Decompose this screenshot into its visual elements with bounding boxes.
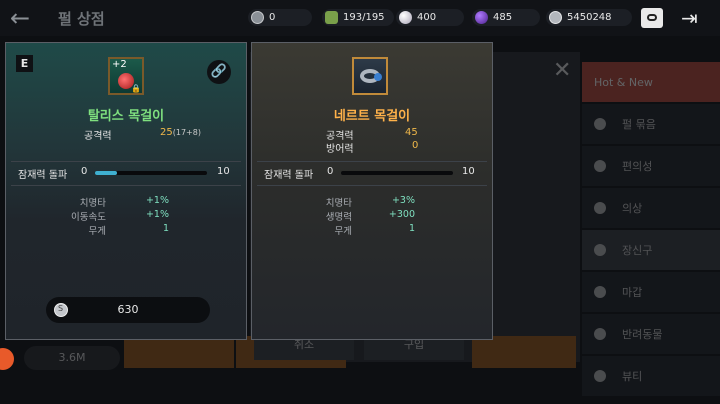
sidebar-item-beauty[interactable]: 뷰티 xyxy=(582,356,720,396)
potential-bar xyxy=(95,171,207,175)
enhance-level: +2 xyxy=(112,59,127,70)
item-slot xyxy=(124,336,234,368)
category-icon xyxy=(594,160,606,172)
exit-icon[interactable]: ⇥ xyxy=(681,8,703,28)
link-icon[interactable]: 🔗 xyxy=(207,60,231,84)
page-title: 펄 상점 xyxy=(58,10,105,28)
necklace-icon xyxy=(352,57,388,95)
stat-value: 25(17+8) xyxy=(160,127,201,138)
divider xyxy=(11,185,241,186)
category-icon xyxy=(594,286,606,298)
currency-silver: 5450248 xyxy=(546,9,632,26)
close-icon[interactable]: ✕ xyxy=(553,58,571,83)
potential-label: 잠재력 돌파 xyxy=(264,170,314,181)
stamina-icon xyxy=(325,11,338,24)
item-slot xyxy=(472,336,576,368)
silver-coin-icon xyxy=(549,11,562,24)
stat-label: 공격력 xyxy=(84,131,112,142)
category-icon xyxy=(594,244,606,256)
item-name: 네르트 목걸이 xyxy=(333,109,411,124)
equipped-badge: E xyxy=(16,55,33,72)
category-icon xyxy=(594,202,606,214)
potential-label: 잠재력 돌파 xyxy=(18,170,68,181)
sub-stat-label: 치명타 xyxy=(325,198,352,209)
sub-stat-value: +1% xyxy=(145,195,169,206)
sidebar-item-accessory[interactable]: 장신구 xyxy=(582,230,720,270)
sub-stat-value: +3% xyxy=(391,195,415,206)
sub-stat-label: 이동속도 xyxy=(71,212,106,223)
divider xyxy=(11,161,241,162)
currency-purple-orb: 485 xyxy=(472,9,540,26)
sub-stat-label: 치명타 xyxy=(79,198,106,209)
sub-stat-value: +1% xyxy=(145,209,169,220)
potential-bar xyxy=(341,171,453,175)
back-arrow-icon[interactable]: ← xyxy=(10,6,30,30)
sub-stat-value: 1 xyxy=(162,223,169,234)
category-sidebar: Hot & New 펄 묶음 편의성 의상 장신구 마갑 반려동물 뷰티 xyxy=(582,62,720,398)
stat-value: 0 xyxy=(412,140,419,151)
item-card-nert-necklace: 네르트 목걸이 공격력 45 방어력 0 잠재력 돌파 0 10 치명타 +3%… xyxy=(251,42,493,340)
sidebar-item-pearl-bundle[interactable]: 펄 묶음 xyxy=(582,104,720,144)
stat-value: 45 xyxy=(405,127,418,138)
item-card-talis-necklace: E +2 🔒 🔗 탈리스 목걸이 공격력 25(17+8) 잠재력 돌파 0 1… xyxy=(5,42,247,340)
sidebar-item-convenience[interactable]: 편의성 xyxy=(582,146,720,186)
item-name: 탈리스 목걸이 xyxy=(87,109,165,124)
potential-fill xyxy=(95,171,118,175)
stat-label: 방어력 xyxy=(326,144,354,155)
sidebar-item-pet[interactable]: 반려동물 xyxy=(582,314,720,354)
necklace-icon: +2 🔒 xyxy=(108,57,144,95)
category-icon xyxy=(594,370,606,382)
purple-orb-icon xyxy=(475,11,488,24)
sidebar-item-costume[interactable]: 의상 xyxy=(582,188,720,228)
sub-stat-label: 무게 xyxy=(334,226,352,237)
currency-pearl: 400 xyxy=(396,9,464,26)
sidebar-item-horse-armor[interactable]: 마갑 xyxy=(582,272,720,312)
mailbox-icon[interactable] xyxy=(641,8,663,28)
potential-max: 10 xyxy=(462,166,475,177)
category-icon xyxy=(594,328,606,340)
potential-max: 10 xyxy=(217,166,230,177)
sub-stat-label: 무게 xyxy=(88,226,106,237)
potential-min: 0 xyxy=(81,166,88,177)
pearl-icon xyxy=(399,11,412,24)
divider xyxy=(257,185,487,186)
category-icon xyxy=(594,118,606,130)
silver-coin-outline-icon xyxy=(251,11,264,24)
currency-stamina: 193/195 xyxy=(322,9,394,26)
currency-silver-outline: 0 xyxy=(248,9,312,26)
price-tag: 630 xyxy=(46,297,210,323)
bg-price-tag: 3.6M xyxy=(24,346,120,370)
sidebar-item-hot-new[interactable]: Hot & New xyxy=(582,62,720,102)
divider xyxy=(257,161,487,162)
gem-icon xyxy=(374,73,382,81)
lock-icon: 🔒 xyxy=(131,84,141,93)
sub-stat-label: 생명력 xyxy=(325,212,352,223)
sub-stat-value: 1 xyxy=(408,223,415,234)
top-bar: ← 펄 상점 0 193/195 400 485 5450248 ⇥ xyxy=(0,0,720,36)
potential-min: 0 xyxy=(327,166,334,177)
sub-stat-value: +300 xyxy=(388,209,415,220)
